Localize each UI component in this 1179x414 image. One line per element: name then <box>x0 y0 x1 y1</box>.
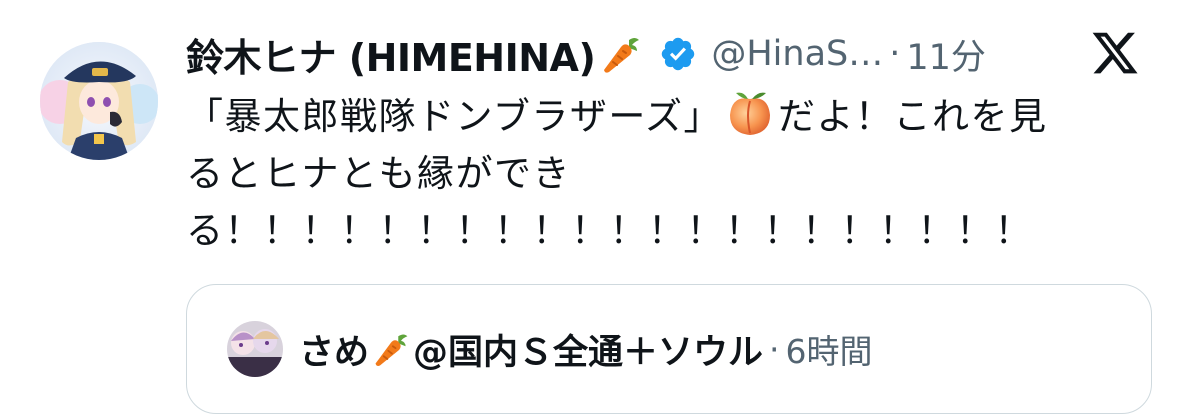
tweet-header: 鈴木ヒナ (HIMEHINA) @HinaS… · 11分 <box>186 26 986 82</box>
tweet-timestamp[interactable]: 11分 <box>906 29 986 80</box>
quoted-tweet-timestamp[interactable]: 6時間 <box>786 325 873 373</box>
tweet-text-segment: 「暴太郎戦隊ドンブラザーズ」 <box>186 95 723 138</box>
x-logo-icon[interactable] <box>1090 28 1140 78</box>
verified-badge-icon[interactable] <box>659 35 697 73</box>
peach-emoji-icon <box>724 89 776 139</box>
tweet-text-line: 「暴太郎戦隊ドンブラザーズ」 だよ！これを見 <box>186 88 1146 145</box>
separator-dot: · <box>769 329 780 369</box>
quoted-tweet-header: さめ @国内Ｓ全通＋ソウル · 6時間 <box>227 321 873 377</box>
carrot-emoji-icon <box>599 32 643 76</box>
tweet-text-line: る！！！！！！！！！！！！！！！！！！！！！ <box>186 209 1033 252</box>
author-name[interactable]: 鈴木ヒナ (HIMEHINA) <box>186 27 596 82</box>
tweet-text: 「暴太郎戦隊ドンブラザーズ」 だよ！これを見 るとヒナとも縁ができ る！！！！！… <box>186 88 1146 259</box>
tweet-text-segment: だよ！これを見 <box>778 95 1048 138</box>
separator-dot: · <box>889 34 901 74</box>
author-handle[interactable]: @HinaS… <box>711 34 883 74</box>
carrot-emoji-icon <box>371 329 411 369</box>
author-avatar[interactable] <box>40 42 158 160</box>
quoted-author-name[interactable]: さめ <box>299 324 369 375</box>
quoted-author-handle[interactable]: @国内Ｓ全通＋ソウル <box>413 324 763 375</box>
tweet-text-line: るとヒナとも縁ができ <box>186 152 571 195</box>
quoted-tweet-card[interactable]: さめ @国内Ｓ全通＋ソウル · 6時間 <box>186 284 1152 414</box>
quoted-author-avatar[interactable] <box>227 321 283 377</box>
